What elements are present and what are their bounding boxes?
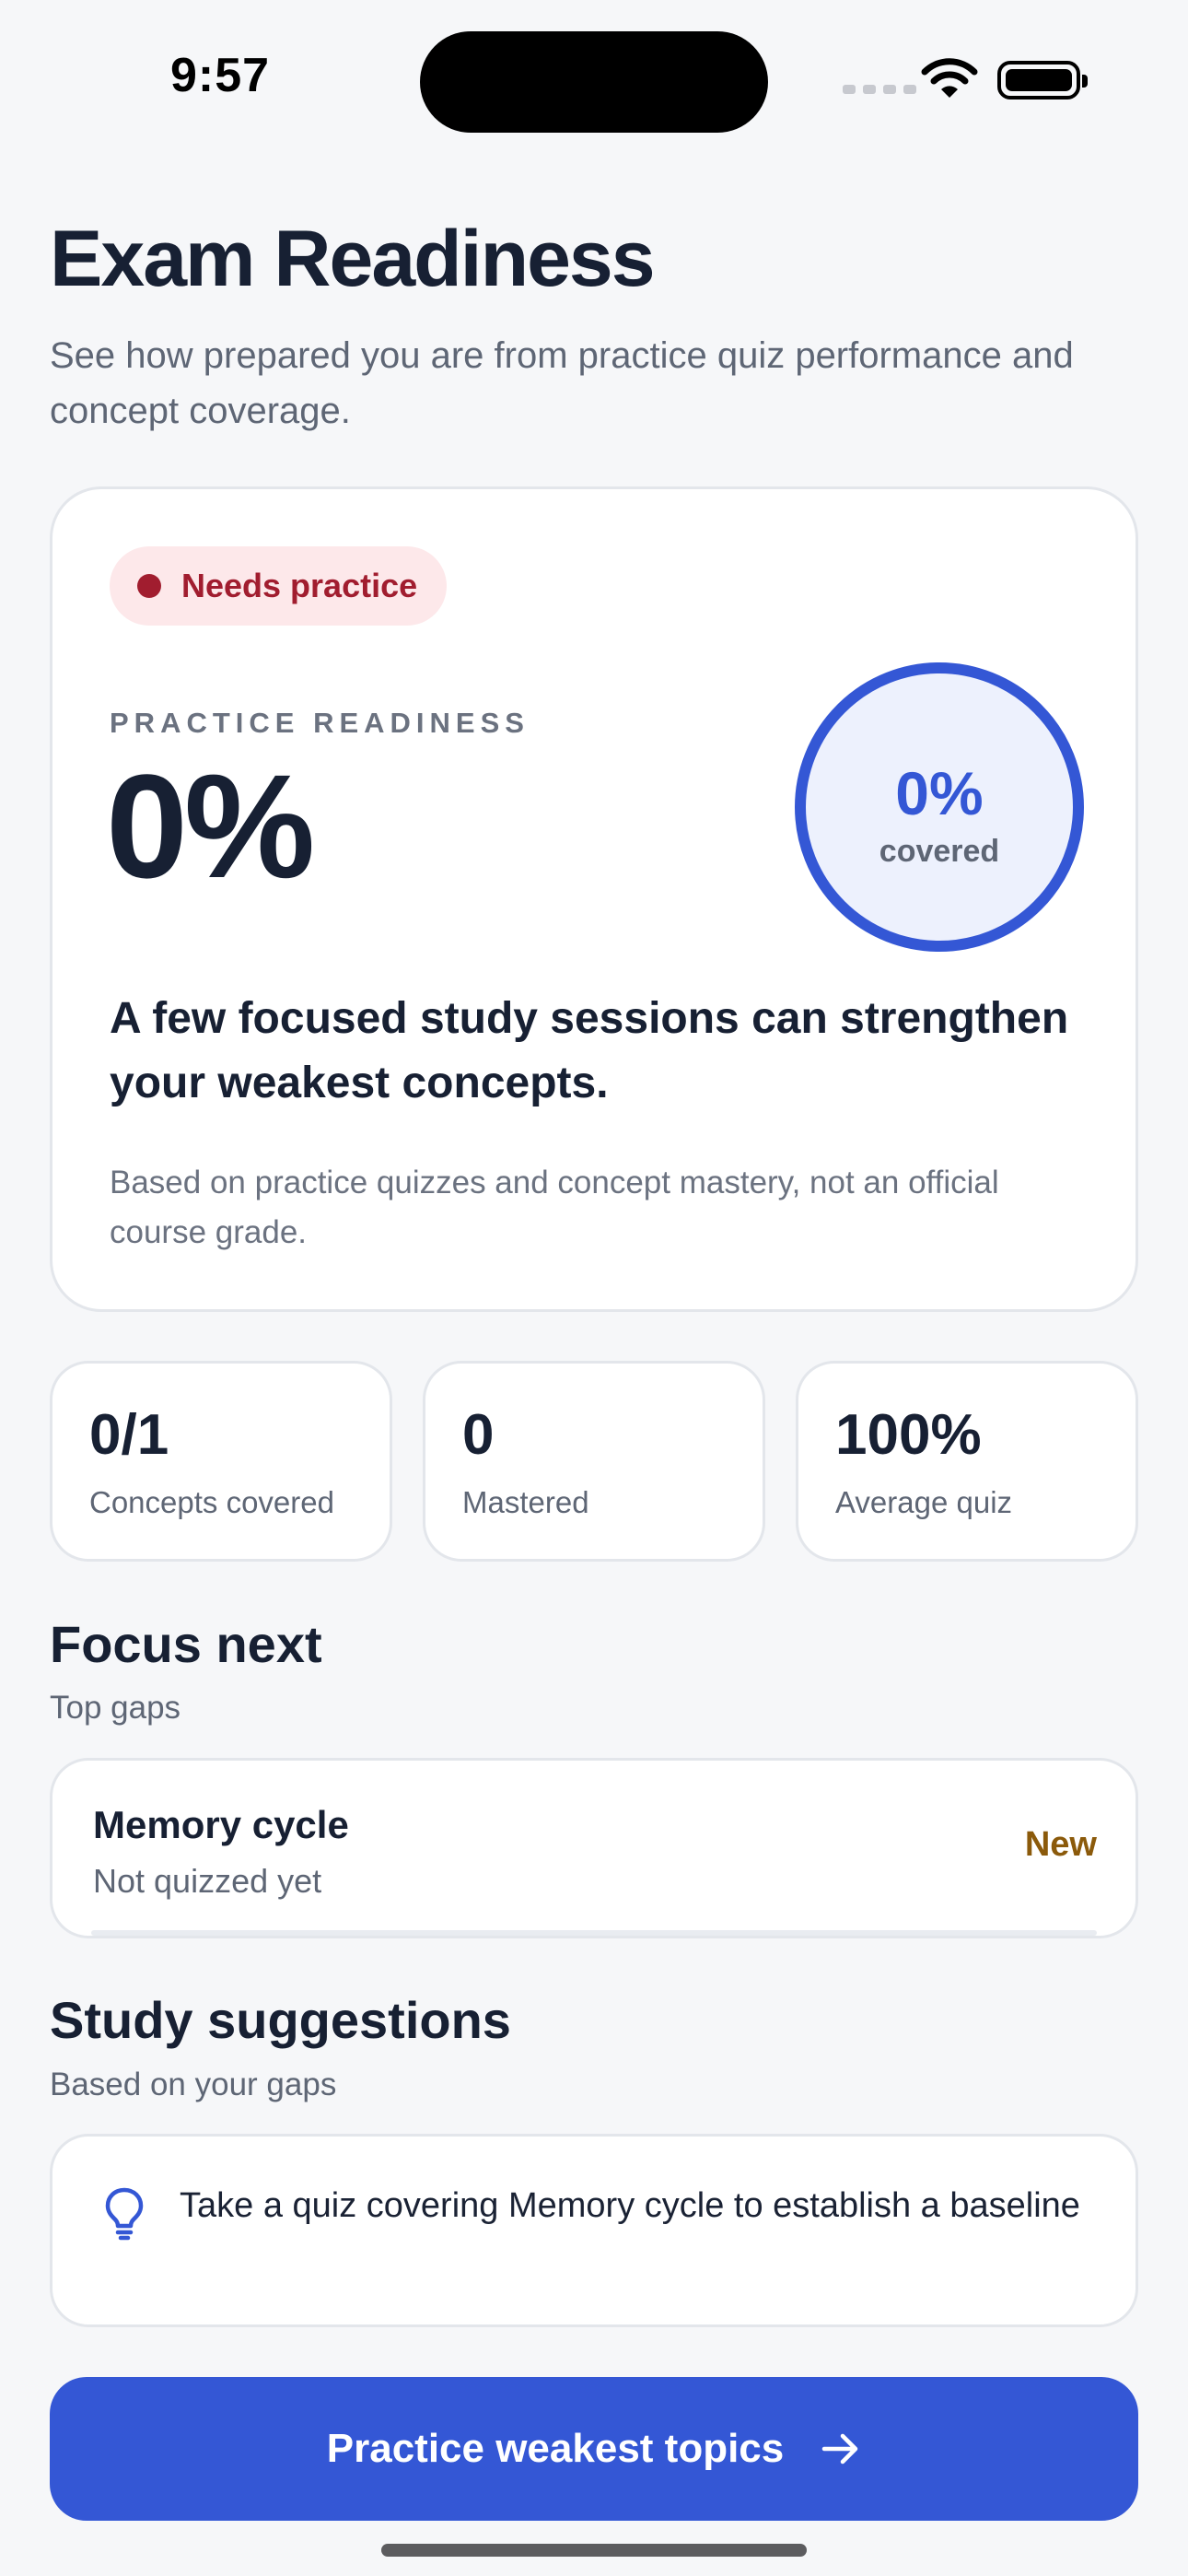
focus-item-tag: New <box>1024 1825 1097 1864</box>
practice-weakest-topics-button[interactable]: Practice weakest topics <box>50 2377 1138 2521</box>
stat-card-concepts-covered: 0/1 Concepts covered <box>50 1361 392 1562</box>
focus-item-name: Memory cycle <box>93 1803 349 1846</box>
suggestions-section-subtitle: Based on your gaps <box>50 2067 337 2102</box>
cellular-signal-icon <box>843 85 916 94</box>
suggestion-item[interactable]: Take a quiz covering Memory cycle to est… <box>50 2134 1138 2327</box>
focus-item-progress-bar <box>91 1930 1097 1936</box>
coverage-ring: 0% covered <box>795 662 1084 952</box>
page-subtitle: See how prepared you are from practice q… <box>50 335 1074 431</box>
stat-card-mastered: 0 Mastered <box>423 1361 765 1562</box>
focus-section-title: Focus next <box>50 1615 322 1673</box>
suggestion-text: Take a quiz covering Memory cycle to est… <box>180 2186 1080 2225</box>
stat-card-average-quiz: 100% Average quiz <box>796 1361 1138 1562</box>
readiness-card: Needs practice PRACTICE READINESS 0% 0% … <box>50 486 1138 1312</box>
lightbulb-icon <box>105 2187 144 2241</box>
stat-value: 0 <box>462 1403 495 1467</box>
readiness-value: 0% <box>106 744 315 908</box>
status-badge-label: Needs practice <box>181 567 418 604</box>
stat-label: Concepts covered <box>89 1485 334 1519</box>
arrow-right-icon <box>821 2433 858 2465</box>
stat-label: Average quiz <box>835 1485 1013 1519</box>
home-indicator[interactable] <box>381 2544 807 2557</box>
stat-value: 0/1 <box>89 1403 169 1467</box>
readiness-note: Based on practice quizzes and concept ma… <box>110 1165 999 1250</box>
status-bar: 9:57 <box>0 0 1188 138</box>
coverage-value: 0% <box>895 759 984 827</box>
status-time: 9:57 <box>170 49 271 102</box>
battery-icon <box>997 61 1088 100</box>
page-title: Exam Readiness <box>50 215 656 303</box>
wifi-icon <box>921 58 978 98</box>
focus-item-status: Not quizzed yet <box>93 1862 322 1900</box>
focus-item-memory-cycle[interactable]: Memory cycle Not quizzed yet New <box>50 1758 1138 1938</box>
readiness-message: A few focused study sessions can strengt… <box>110 994 1069 1107</box>
stat-value: 100% <box>835 1403 982 1467</box>
status-dot-icon <box>137 574 161 598</box>
suggestions-section-title: Study suggestions <box>50 1991 511 2049</box>
cta-label: Practice weakest topics <box>326 2426 785 2471</box>
dynamic-island <box>420 31 768 133</box>
readiness-label: PRACTICE READINESS <box>110 707 530 739</box>
stat-label: Mastered <box>462 1485 589 1519</box>
status-badge: Needs practice <box>110 546 448 626</box>
focus-section-subtitle: Top gaps <box>50 1690 181 1726</box>
coverage-label: covered <box>879 834 1000 869</box>
